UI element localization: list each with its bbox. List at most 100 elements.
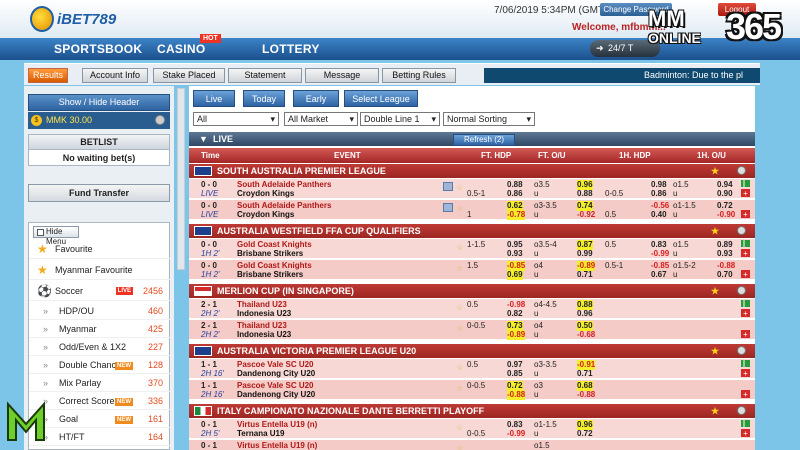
add-parlay-icon[interactable]: +	[741, 189, 750, 198]
add-parlay-icon[interactable]: +	[741, 330, 750, 339]
tab-betting-rules[interactable]: Betting Rules	[382, 68, 456, 83]
favourite-icon[interactable]: ☆	[456, 444, 463, 450]
menu-double-chance[interactable]: » Double Chance NEW 128	[29, 356, 171, 374]
refresh-league-icon[interactable]	[737, 346, 746, 355]
ft-under-odds[interactable]: 0.72	[577, 429, 593, 439]
1h-hdp-away-odds[interactable]: 0.40	[651, 210, 667, 220]
league-header[interactable]: AUSTRALIA VICTORIA PREMIER LEAGUE U20 ★	[189, 344, 755, 358]
line-select[interactable]: Double Line 1	[360, 112, 440, 126]
menu-goal[interactable]: » Goal NEW 161	[29, 410, 171, 428]
ft-hdp-away-odds[interactable]: -0.99	[507, 429, 525, 439]
nav-lottery[interactable]: LOTTERY	[262, 42, 320, 56]
1h-hdp-away-odds[interactable]: -0.99	[651, 249, 669, 259]
tab-statement[interactable]: Statement	[228, 68, 302, 83]
ft-hdp-away-odds[interactable]: -0.89	[507, 330, 526, 340]
ft-hdp-away-odds[interactable]: 0.86	[507, 189, 523, 199]
ft-under-odds[interactable]: 0.71	[577, 369, 593, 379]
refresh-league-icon[interactable]	[737, 166, 746, 175]
ft-under-odds[interactable]: -0.88	[577, 390, 595, 400]
ft-under-odds[interactable]: 0.96	[577, 309, 593, 319]
tab-account-info[interactable]: Account Info	[82, 68, 148, 83]
favourite-star-icon[interactable]: ★	[711, 344, 719, 358]
add-parlay-icon[interactable]: +	[741, 270, 750, 279]
add-parlay-icon[interactable]: +	[741, 390, 750, 399]
add-parlay-icon[interactable]: +	[741, 369, 750, 378]
tab-message[interactable]: Message	[305, 68, 379, 83]
nav-sportsbook[interactable]: SPORTSBOOK	[54, 42, 142, 56]
favourite-icon[interactable]: ☆	[456, 264, 463, 274]
menu-correct-score[interactable]: » Correct Score NEW 336	[29, 392, 171, 410]
ft-hdp-away-odds[interactable]: 0.93	[507, 249, 523, 259]
menu-mix-parlay[interactable]: » Mix Parlay 370	[29, 374, 171, 392]
ft-under-odds[interactable]: 0.99	[577, 249, 593, 259]
favourite-icon[interactable]: ☆	[456, 363, 463, 373]
collapse-icon[interactable]: ▼	[199, 132, 208, 146]
select-league-button[interactable]: Select League	[344, 90, 418, 107]
1h-under-odds[interactable]: 0.93	[717, 249, 733, 259]
nav-casino[interactable]: CASINO	[157, 42, 205, 56]
league-header[interactable]: MERLION CUP (IN SINGAPORE) ★	[189, 284, 755, 298]
1h-hdp-away-odds[interactable]: 0.86	[651, 189, 667, 199]
favourite-icon[interactable]: ☆	[456, 204, 463, 214]
filter-today-button[interactable]: Today	[243, 90, 285, 107]
menu-ht-ft[interactable]: » HT/FT 164	[29, 428, 171, 446]
tab-stake-placed[interactable]: Stake Placed	[153, 68, 225, 83]
favourite-star-icon[interactable]: ★	[711, 284, 719, 298]
menu-hdp-ou[interactable]: » HDP/OU 460	[29, 302, 171, 320]
add-parlay-icon[interactable]: +	[741, 249, 750, 258]
favourite-icon[interactable]: ☆	[456, 324, 463, 334]
menu-favourite[interactable]: ★ Favourite	[29, 239, 171, 259]
stats-icon[interactable]	[741, 300, 750, 307]
refresh-button[interactable]: Refresh (2)	[453, 134, 515, 146]
ft-under-odds[interactable]: -0.68	[577, 330, 595, 340]
filter-live-button[interactable]: Live	[193, 90, 235, 107]
sort-select[interactable]: Normal Sorting	[443, 112, 535, 126]
league-header[interactable]: ITALY CAMPIONATO NAZIONALE DANTE BERRETT…	[189, 404, 755, 418]
menu-myanmar[interactable]: » Myanmar 425	[29, 320, 171, 338]
ft-hdp-away-odds[interactable]: 0.85	[507, 369, 523, 379]
favourite-star-icon[interactable]: ★	[711, 164, 719, 178]
tv-icon[interactable]	[443, 203, 453, 212]
ft-hdp-away-odds[interactable]: -0.78	[507, 210, 526, 220]
favourite-icon[interactable]: ☆	[456, 384, 463, 394]
sport-select[interactable]: All	[193, 112, 279, 126]
sidebar-scrollbar[interactable]	[177, 88, 185, 270]
stats-icon[interactable]	[741, 180, 750, 187]
1h-under-odds[interactable]: 0.70	[717, 270, 733, 280]
favourite-icon[interactable]: ☆	[456, 303, 463, 313]
tab-results[interactable]: Results	[28, 68, 68, 83]
hide-menu-button[interactable]: Hide Menu	[33, 226, 79, 246]
market-select[interactable]: All Market	[284, 112, 358, 126]
1h-under-odds[interactable]: -0.90	[717, 210, 735, 220]
menu-myanmar-favourite[interactable]: ★ Myanmar Favourite	[29, 260, 171, 280]
site-logo[interactable]: iBET789	[30, 6, 116, 34]
add-parlay-icon[interactable]: +	[741, 309, 750, 318]
ft-under-odds[interactable]: -0.92	[577, 210, 595, 220]
tv-icon[interactable]	[443, 182, 453, 191]
ft-hdp-away-odds[interactable]: 0.82	[507, 309, 523, 319]
favourite-star-icon[interactable]: ★	[711, 224, 719, 238]
favourite-icon[interactable]: ☆	[456, 423, 463, 433]
refresh-league-icon[interactable]	[737, 226, 746, 235]
1h-hdp-away-odds[interactable]: 0.67	[651, 270, 667, 280]
league-header[interactable]: AUSTRALIA WESTFIELD FFA CUP QUALIFIERS ★	[189, 224, 755, 238]
ft-under-odds[interactable]: 0.88	[577, 189, 593, 199]
refresh-league-icon[interactable]	[737, 406, 746, 415]
ft-hdp-away-odds[interactable]: -0.88	[507, 390, 526, 400]
show-hide-header-button[interactable]: Show / Hide Header	[28, 94, 170, 111]
add-parlay-icon[interactable]: +	[741, 429, 750, 438]
filter-early-button[interactable]: Early	[293, 90, 339, 107]
refresh-balance-icon[interactable]	[155, 115, 165, 125]
ft-hdp-away-odds[interactable]: 0.69	[507, 270, 523, 280]
fund-transfer-button[interactable]: Fund Transfer	[28, 184, 170, 202]
favourite-icon[interactable]: ☆	[456, 183, 463, 193]
league-header[interactable]: SOUTH AUSTRALIA PREMIER LEAGUE ★	[189, 164, 755, 178]
menu-soccer[interactable]: ⚽ Soccer LIVE 2456	[29, 281, 171, 301]
favourite-star-icon[interactable]: ★	[711, 404, 719, 418]
favourite-icon[interactable]: ☆	[456, 243, 463, 253]
1h-under-odds[interactable]: 0.90	[717, 189, 733, 199]
stats-icon[interactable]	[741, 420, 750, 427]
stats-icon[interactable]	[741, 360, 750, 367]
add-parlay-icon[interactable]: +	[741, 210, 750, 219]
refresh-league-icon[interactable]	[737, 286, 746, 295]
